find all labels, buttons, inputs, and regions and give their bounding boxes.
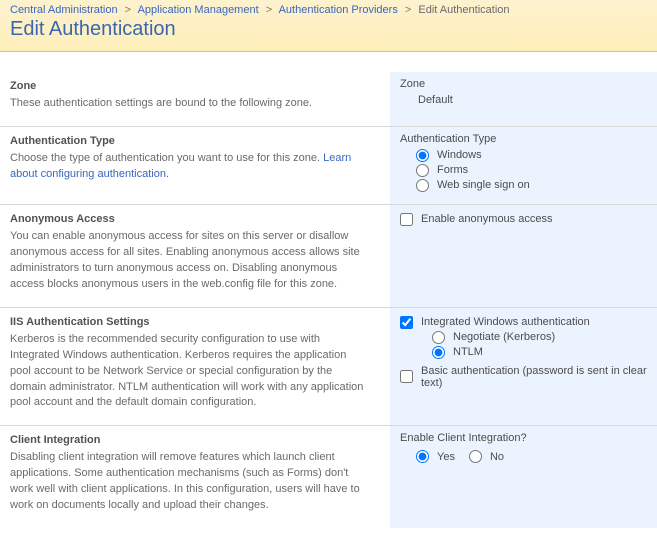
section-desc: Choose the type of authentication you wa… [10, 151, 370, 183]
auth-type-forms-label: Forms [437, 164, 468, 176]
enable-anonymous-label: Enable anonymous access [421, 213, 552, 225]
chevron-right-icon: > [262, 4, 276, 16]
section-title: Zone [10, 80, 370, 92]
negotiate-radio[interactable] [432, 331, 445, 344]
chevron-right-icon: > [401, 4, 415, 16]
basic-auth-label: Basic authentication (password is sent i… [421, 365, 647, 389]
section-title: Client Integration [10, 434, 370, 446]
ntlm-radio[interactable] [432, 346, 445, 359]
auth-type-forms-option[interactable]: Forms [400, 164, 647, 177]
auth-type-windows-label: Windows [437, 149, 482, 161]
client-no-label: No [490, 451, 504, 463]
client-yes-option[interactable]: Yes [416, 450, 455, 463]
section-zone: Zone These authentication settings are b… [0, 72, 657, 127]
page-title: Edit Authentication [10, 18, 647, 41]
zone-field-label: Zone [400, 78, 647, 90]
auth-type-windows-radio[interactable] [416, 149, 429, 162]
client-no-option[interactable]: No [469, 450, 504, 463]
iwa-label: Integrated Windows authentication [421, 316, 590, 328]
breadcrumb-current: Edit Authentication [418, 4, 509, 16]
basic-auth-option[interactable]: Basic authentication (password is sent i… [400, 365, 647, 389]
section-anonymous: Anonymous Access You can enable anonymou… [0, 205, 657, 308]
breadcrumb-link-auth-providers[interactable]: Authentication Providers [279, 4, 398, 16]
negotiate-option[interactable]: Negotiate (Kerberos) [400, 331, 647, 344]
basic-auth-checkbox[interactable] [400, 370, 413, 383]
breadcrumb-link-app-mgmt[interactable]: Application Management [138, 4, 259, 16]
auth-desc-text: Choose the type of authentication you wa… [10, 152, 323, 164]
auth-type-windows-option[interactable]: Windows [400, 149, 647, 162]
auth-type-wsso-label: Web single sign on [437, 179, 530, 191]
client-yes-radio[interactable] [416, 450, 429, 463]
section-iis: IIS Authentication Settings Kerberos is … [0, 308, 657, 427]
ntlm-label: NTLM [453, 346, 483, 358]
client-no-radio[interactable] [469, 450, 482, 463]
negotiate-label: Negotiate (Kerberos) [453, 331, 555, 343]
section-desc: Kerberos is the recommended security con… [10, 332, 370, 412]
chevron-right-icon: > [121, 4, 135, 16]
section-title: IIS Authentication Settings [10, 316, 370, 328]
auth-type-wsso-option[interactable]: Web single sign on [400, 179, 647, 192]
breadcrumb-link-central-admin[interactable]: Central Administration [10, 4, 118, 16]
section-desc: These authentication settings are bound … [10, 96, 370, 112]
section-auth-type: Authentication Type Choose the type of a… [0, 127, 657, 205]
ntlm-option[interactable]: NTLM [400, 346, 647, 359]
client-yes-label: Yes [437, 451, 455, 463]
auth-type-field-label: Authentication Type [400, 133, 647, 145]
auth-type-forms-radio[interactable] [416, 164, 429, 177]
section-title: Anonymous Access [10, 213, 370, 225]
iwa-checkbox[interactable] [400, 316, 413, 329]
enable-anonymous-checkbox[interactable] [400, 213, 413, 226]
section-title: Authentication Type [10, 135, 370, 147]
section-desc: You can enable anonymous access for site… [10, 229, 370, 293]
section-desc: Disabling client integration will remove… [10, 450, 370, 514]
zone-value: Default [400, 94, 647, 106]
breadcrumb: Central Administration > Application Man… [10, 4, 647, 16]
client-integration-field-label: Enable Client Integration? [400, 432, 647, 444]
section-client-integration: Client Integration Disabling client inte… [0, 426, 657, 528]
auth-type-wsso-radio[interactable] [416, 179, 429, 192]
enable-anonymous-option[interactable]: Enable anonymous access [400, 213, 647, 226]
iwa-option[interactable]: Integrated Windows authentication [400, 316, 647, 329]
